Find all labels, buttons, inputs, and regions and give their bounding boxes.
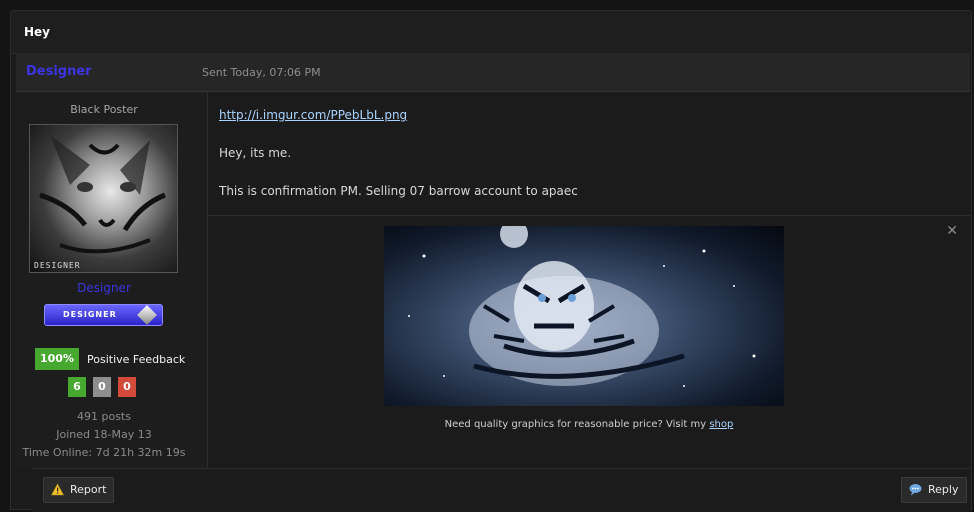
user-title: Black Poster bbox=[70, 103, 138, 116]
rank-badge: DESIGNER bbox=[44, 304, 163, 326]
negative-count[interactable]: 0 bbox=[118, 377, 136, 397]
warning-icon bbox=[51, 483, 64, 496]
speech-bubble-icon bbox=[909, 484, 922, 496]
avatar-watermark: DESIGNER bbox=[34, 261, 81, 270]
signature-banner bbox=[384, 226, 784, 406]
join-date: Joined 18-May 13 bbox=[56, 428, 152, 441]
close-icon[interactable]: ✕ bbox=[946, 223, 958, 239]
signature-text: Need quality graphics for reasonable pri… bbox=[208, 419, 970, 430]
sent-timestamp: Sent Today, 07:06 PM bbox=[202, 66, 321, 79]
signature-divider bbox=[208, 215, 970, 216]
report-button-label: Report bbox=[70, 483, 107, 496]
message-line-2: This is confirmation PM. Selling 07 barr… bbox=[219, 184, 578, 198]
gem-icon bbox=[137, 305, 157, 325]
avatar[interactable]: DESIGNER bbox=[29, 124, 178, 273]
post-footer: Report Reply bbox=[32, 468, 970, 512]
message-panel: Hey Designer Sent Today, 07:06 PM Black … bbox=[10, 10, 972, 512]
reply-button-label: Reply bbox=[928, 483, 959, 496]
image-link[interactable]: http://i.imgur.com/PPebLbL.png bbox=[219, 108, 407, 122]
post-count: 491 posts bbox=[77, 410, 131, 423]
author-name-link[interactable]: Designer bbox=[26, 64, 92, 79]
signature-text-label: Need quality graphics for reasonable pri… bbox=[444, 419, 707, 430]
user-sidebar: Black Poster DESIGNER Designer DESIGNER … bbox=[16, 92, 208, 468]
post-header: Designer Sent Today, 07:06 PM bbox=[16, 53, 970, 92]
message-body: http://i.imgur.com/PPebLbL.png Hey, its … bbox=[219, 106, 578, 201]
positive-count[interactable]: 6 bbox=[68, 377, 86, 397]
page-title: Hey bbox=[24, 25, 51, 39]
neutral-count[interactable]: 0 bbox=[93, 377, 111, 397]
feedback-percent: 100% bbox=[35, 348, 79, 370]
shop-link[interactable]: shop bbox=[709, 419, 733, 430]
time-online: Time Online: 7d 21h 32m 19s bbox=[22, 446, 186, 459]
feedback-label: Positive Feedback bbox=[87, 353, 186, 366]
reply-button[interactable]: Reply bbox=[901, 477, 967, 503]
tiger-banner-image bbox=[408, 226, 756, 387]
tiger-avatar-image bbox=[39, 135, 166, 254]
message-line-1: Hey, its me. bbox=[219, 146, 292, 160]
report-button[interactable]: Report bbox=[43, 477, 114, 503]
rank-label: DESIGNER bbox=[63, 310, 117, 319]
message-content: http://i.imgur.com/PPebLbL.png Hey, its … bbox=[208, 92, 970, 468]
title-bar: Hey bbox=[11, 11, 971, 54]
username-link[interactable]: Designer bbox=[16, 281, 192, 295]
